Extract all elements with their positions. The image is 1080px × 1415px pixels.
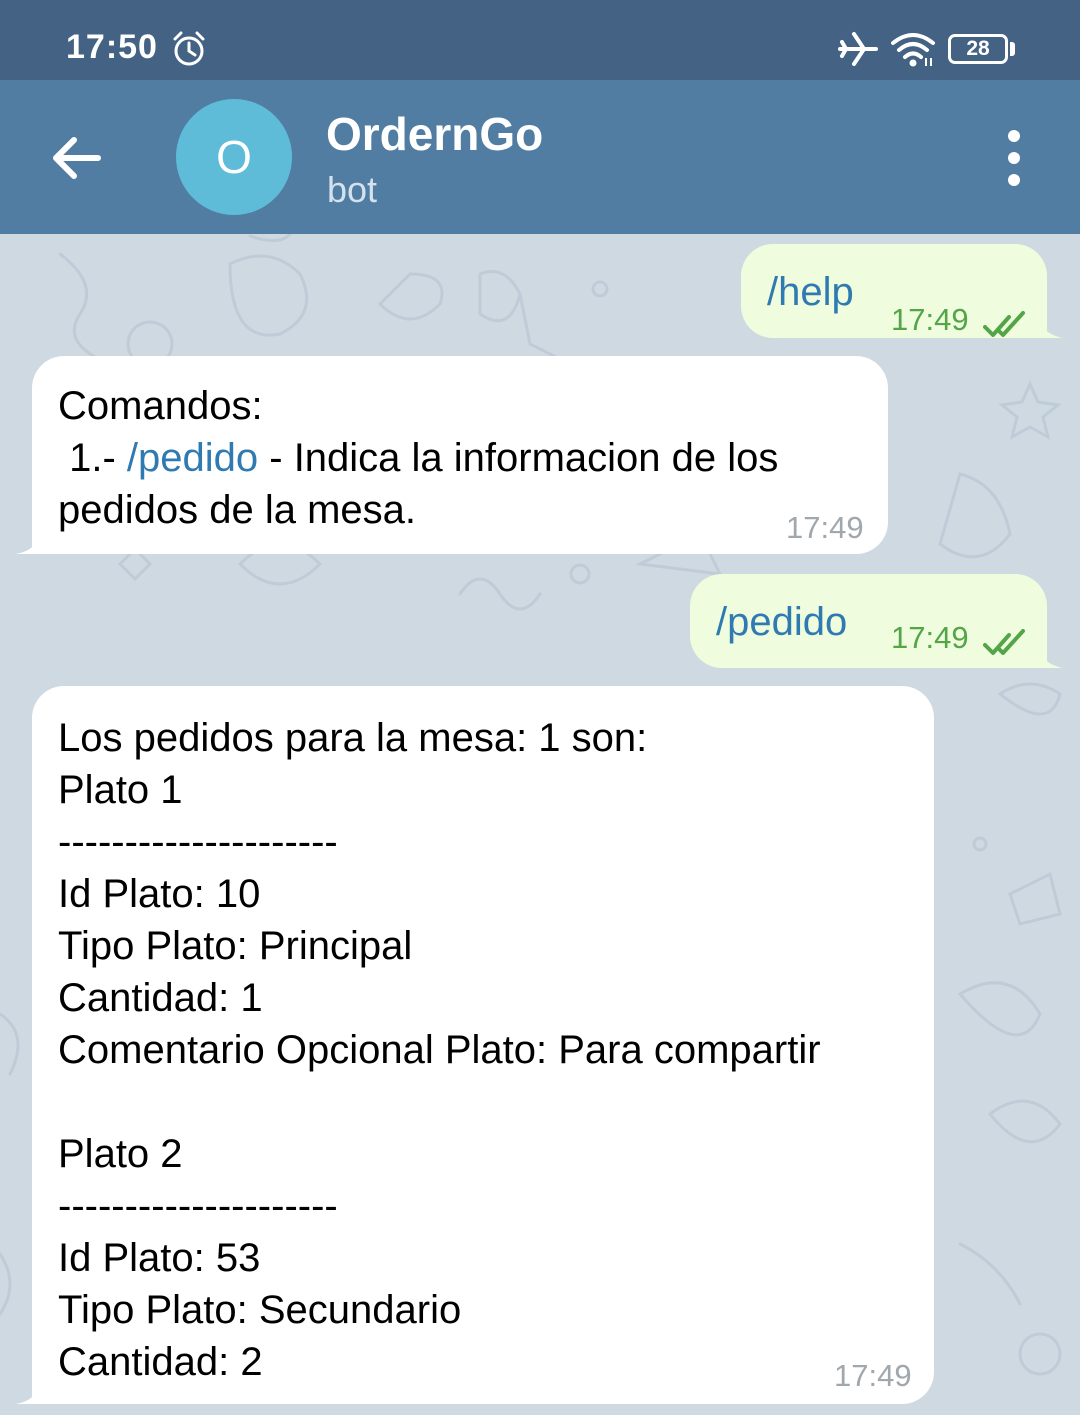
incoming-message[interactable]: Los pedidos para la mesa: 1 son: Plato 1… [16, 686, 934, 1404]
message-line: Comentario Opcional Plato: Para comparti… [58, 1028, 821, 1072]
alarm-icon [170, 30, 208, 73]
message-text[interactable]: Los pedidos para la mesa: 1 son: Plato 1… [58, 712, 821, 1388]
message-line: pedidos de la mesa. [58, 488, 417, 532]
message-line: --------------------- [58, 820, 338, 864]
message-line: Plato 1 [58, 768, 183, 812]
message-line: Tipo Plato: Secundario [58, 1288, 462, 1332]
message-text[interactable]: /help [767, 266, 854, 318]
message-line: Plato 2 [58, 1132, 183, 1176]
message-line: --------------------- [58, 1184, 338, 1228]
incoming-message[interactable]: Comandos: 1.- /pedido - Indica la inform… [16, 356, 888, 554]
bubble-tail [16, 1380, 42, 1404]
bubble-tail [1037, 314, 1063, 338]
message-line: Tipo Plato: Principal [58, 924, 413, 968]
chat-area[interactable]: /help 17:49 Comandos: 1.- /pedido - Indi… [0, 234, 1080, 1415]
message-line: Id Plato: 10 [58, 872, 261, 916]
avatar[interactable]: O [176, 99, 292, 215]
outgoing-message[interactable]: /pedido 17:49 [690, 574, 1063, 668]
message-line: Cantidad: 1 [58, 976, 263, 1020]
airplane-mode-icon [838, 30, 878, 73]
message-text[interactable]: /pedido [716, 596, 847, 648]
bubble-tail [16, 530, 42, 554]
status-bar: 17:50 28 [0, 0, 1080, 80]
message-line: Cantidad: 2 [58, 1340, 263, 1384]
message-time: 17:49 [834, 1358, 912, 1393]
message-line: Id Plato: 53 [58, 1236, 261, 1280]
back-arrow-icon [53, 137, 101, 179]
more-options-button[interactable] [990, 128, 1038, 188]
battery-icon: 28 [948, 34, 1008, 64]
chat-subtitle: bot [327, 169, 378, 210]
message-line: Comandos: [58, 384, 263, 428]
battery-nub [1010, 42, 1015, 56]
chat-title[interactable]: OrdernGo [326, 107, 543, 161]
double-check-icon [983, 302, 1029, 354]
status-time: 17:50 [66, 28, 158, 66]
double-check-icon [983, 620, 1029, 672]
chat-header: O OrdernGo bot [0, 80, 1080, 234]
message-line: Los pedidos para la mesa: 1 son: [58, 716, 648, 760]
message-time: 17:49 [891, 302, 969, 337]
back-button[interactable] [44, 126, 108, 190]
message-text[interactable]: Comandos: 1.- /pedido - Indica la inform… [58, 380, 778, 536]
command-link-pedido[interactable]: /pedido [127, 436, 258, 480]
message-time: 17:49 [891, 620, 969, 655]
message-line: 1.- [58, 436, 127, 480]
outgoing-message[interactable]: /help 17:49 [741, 244, 1063, 338]
message-line: - Indica la informacion de los [258, 436, 779, 480]
bubble-tail [1037, 644, 1063, 668]
wifi-icon [890, 30, 936, 73]
message-time: 17:49 [786, 510, 864, 545]
